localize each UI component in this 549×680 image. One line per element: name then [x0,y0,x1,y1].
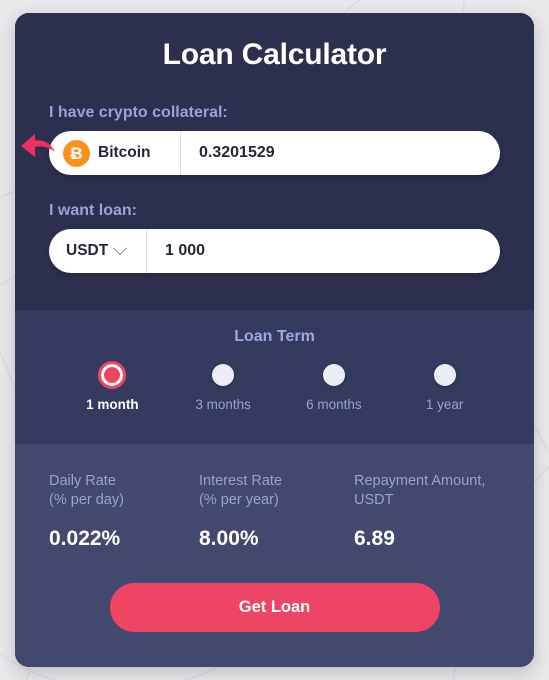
collateral-input-row: Ƀ Bitcoin [49,131,500,175]
term-option-label: 6 months [306,397,362,412]
rate-label-line1: Interest Rate [199,473,283,489]
collateral-label: I have crypto collateral: [49,104,228,121]
loan-calculator-card: Loan Calculator I have crypto collateral… [15,13,534,667]
radio-icon[interactable] [322,364,345,386]
rate-label-line2: (% per year) [199,492,279,509]
loan-currency-label: USDT [66,242,109,259]
rate-label: Interest Rate (% per year) [199,472,354,510]
collateral-coin-select[interactable]: Ƀ Bitcoin [49,131,181,175]
rate-label: Daily Rate (% per day) [49,472,199,510]
get-loan-button[interactable]: Get Loan [109,583,440,633]
rate-value: 0.022% [49,527,121,551]
collateral-coin-label: Bitcoin [98,144,151,161]
chevron-down-icon [113,241,128,256]
bitcoin-icon: Ƀ [63,139,90,167]
rate-label: Repayment Amount, USDT [354,472,500,510]
loan-term-options: 1 month 3 months 6 months 1 year [49,361,500,412]
term-option-1-year[interactable]: 1 year [389,364,500,412]
term-option-label: 1 year [425,397,464,412]
rate-value: 6.89 [354,527,395,551]
loan-term-title: Loan Term [234,328,315,345]
rates-row: Daily Rate (% per day) 0.022% Interest R… [49,444,500,551]
term-option-3-months[interactable]: 3 months [168,364,279,412]
inputs-section: Loan Calculator I have crypto collateral… [15,13,534,310]
rate-label-line1: Daily Rate [49,473,116,489]
loan-currency-select[interactable]: USDT [49,229,147,273]
loan-label: I want loan: [49,202,137,219]
rate-cell-repayment-amount: Repayment Amount, USDT 6.89 [354,472,500,551]
rate-label-line1: Repayment Amount, [354,473,486,489]
page-title: Loan Calculator [162,38,387,71]
rate-value: 8.00% [199,527,259,551]
term-option-6-months[interactable]: 6 months [279,364,390,412]
radio-icon[interactable] [98,361,126,389]
rate-cell-interest-rate: Interest Rate (% per year) 8.00% [199,472,354,551]
radio-icon[interactable] [433,364,456,386]
rate-label-line2: (% per day) [49,492,124,509]
term-option-label: 3 months [195,397,251,412]
rate-label-line2: USDT [354,492,394,509]
loan-amount-input[interactable] [147,229,500,273]
loan-term-section: Loan Term 1 month 3 months 6 months 1 ye… [15,310,534,444]
term-option-1-month[interactable]: 1 month [57,361,168,412]
collateral-amount-input[interactable] [181,131,500,175]
rates-section: Daily Rate (% per day) 0.022% Interest R… [15,444,534,667]
loan-input-row: USDT [49,229,500,273]
radio-icon[interactable] [212,364,235,386]
cta-container: Get Loan [49,583,500,633]
rate-cell-daily-rate: Daily Rate (% per day) 0.022% [49,472,199,551]
term-option-label: 1 month [86,397,139,412]
